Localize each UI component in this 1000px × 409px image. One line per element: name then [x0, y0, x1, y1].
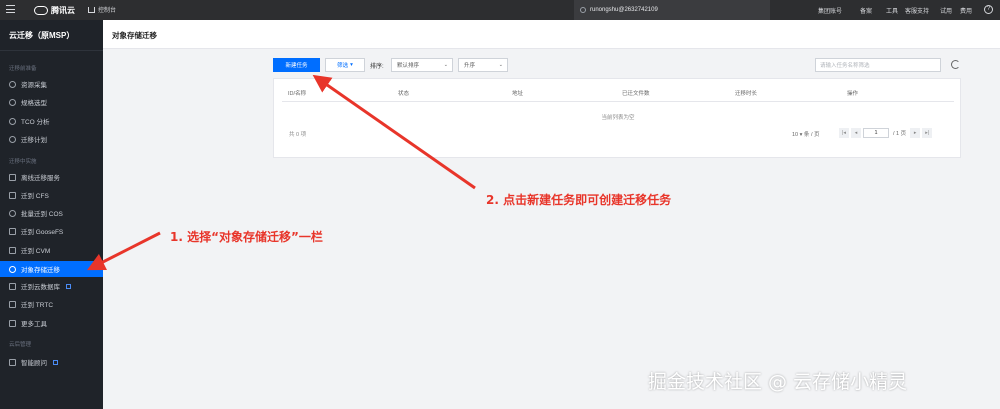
watermark: 掘金技术社区 @ 云存储小精灵 — [648, 371, 908, 393]
arrow-to-object-storage — [86, 231, 161, 271]
arrow-to-new-task — [312, 74, 476, 190]
step1-annotation: 1. 选择“对象存储迁移”一栏 — [170, 230, 323, 244]
step2-annotation: 2. 点击新建任务即可创建迁移任务 — [486, 193, 672, 207]
